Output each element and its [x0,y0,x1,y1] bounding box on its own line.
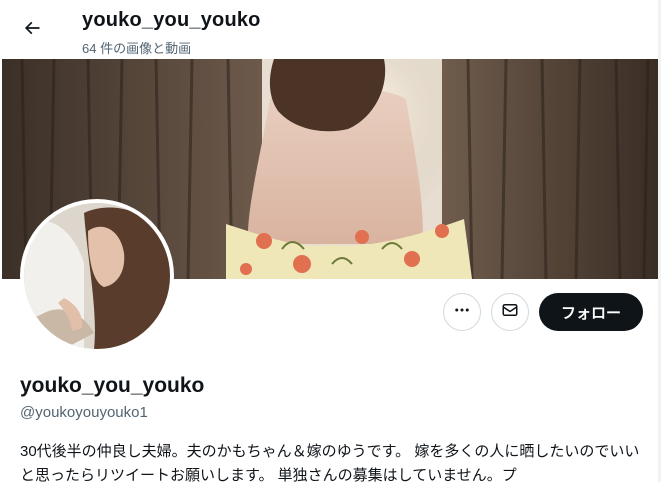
avatar[interactable] [20,199,174,353]
message-button[interactable] [491,293,529,331]
profile-page: youko_you_youko 64 件の画像と動画 フォロー youko_yo… [0,0,661,482]
envelope-icon [501,301,519,324]
media-count: 64 件の画像と動画 [82,41,192,56]
back-button[interactable] [14,12,50,48]
follow-button[interactable]: フォロー [539,293,643,331]
user-handle: @youkoyouyouko1 [20,404,148,421]
arrow-left-icon [22,18,42,43]
header-title: youko_you_youko [82,9,261,31]
profile-header: youko_you_youko 64 件の画像と動画 [0,0,661,60]
display-name: youko_you_youko [20,374,205,397]
more-button[interactable] [443,293,481,331]
profile-bio: 30代後半の仲良し夫婦。夫のかもちゃん＆嫁のゆうです。 嫁を多くの人に晒したいの… [20,443,640,482]
more-horizontal-icon [453,301,471,324]
